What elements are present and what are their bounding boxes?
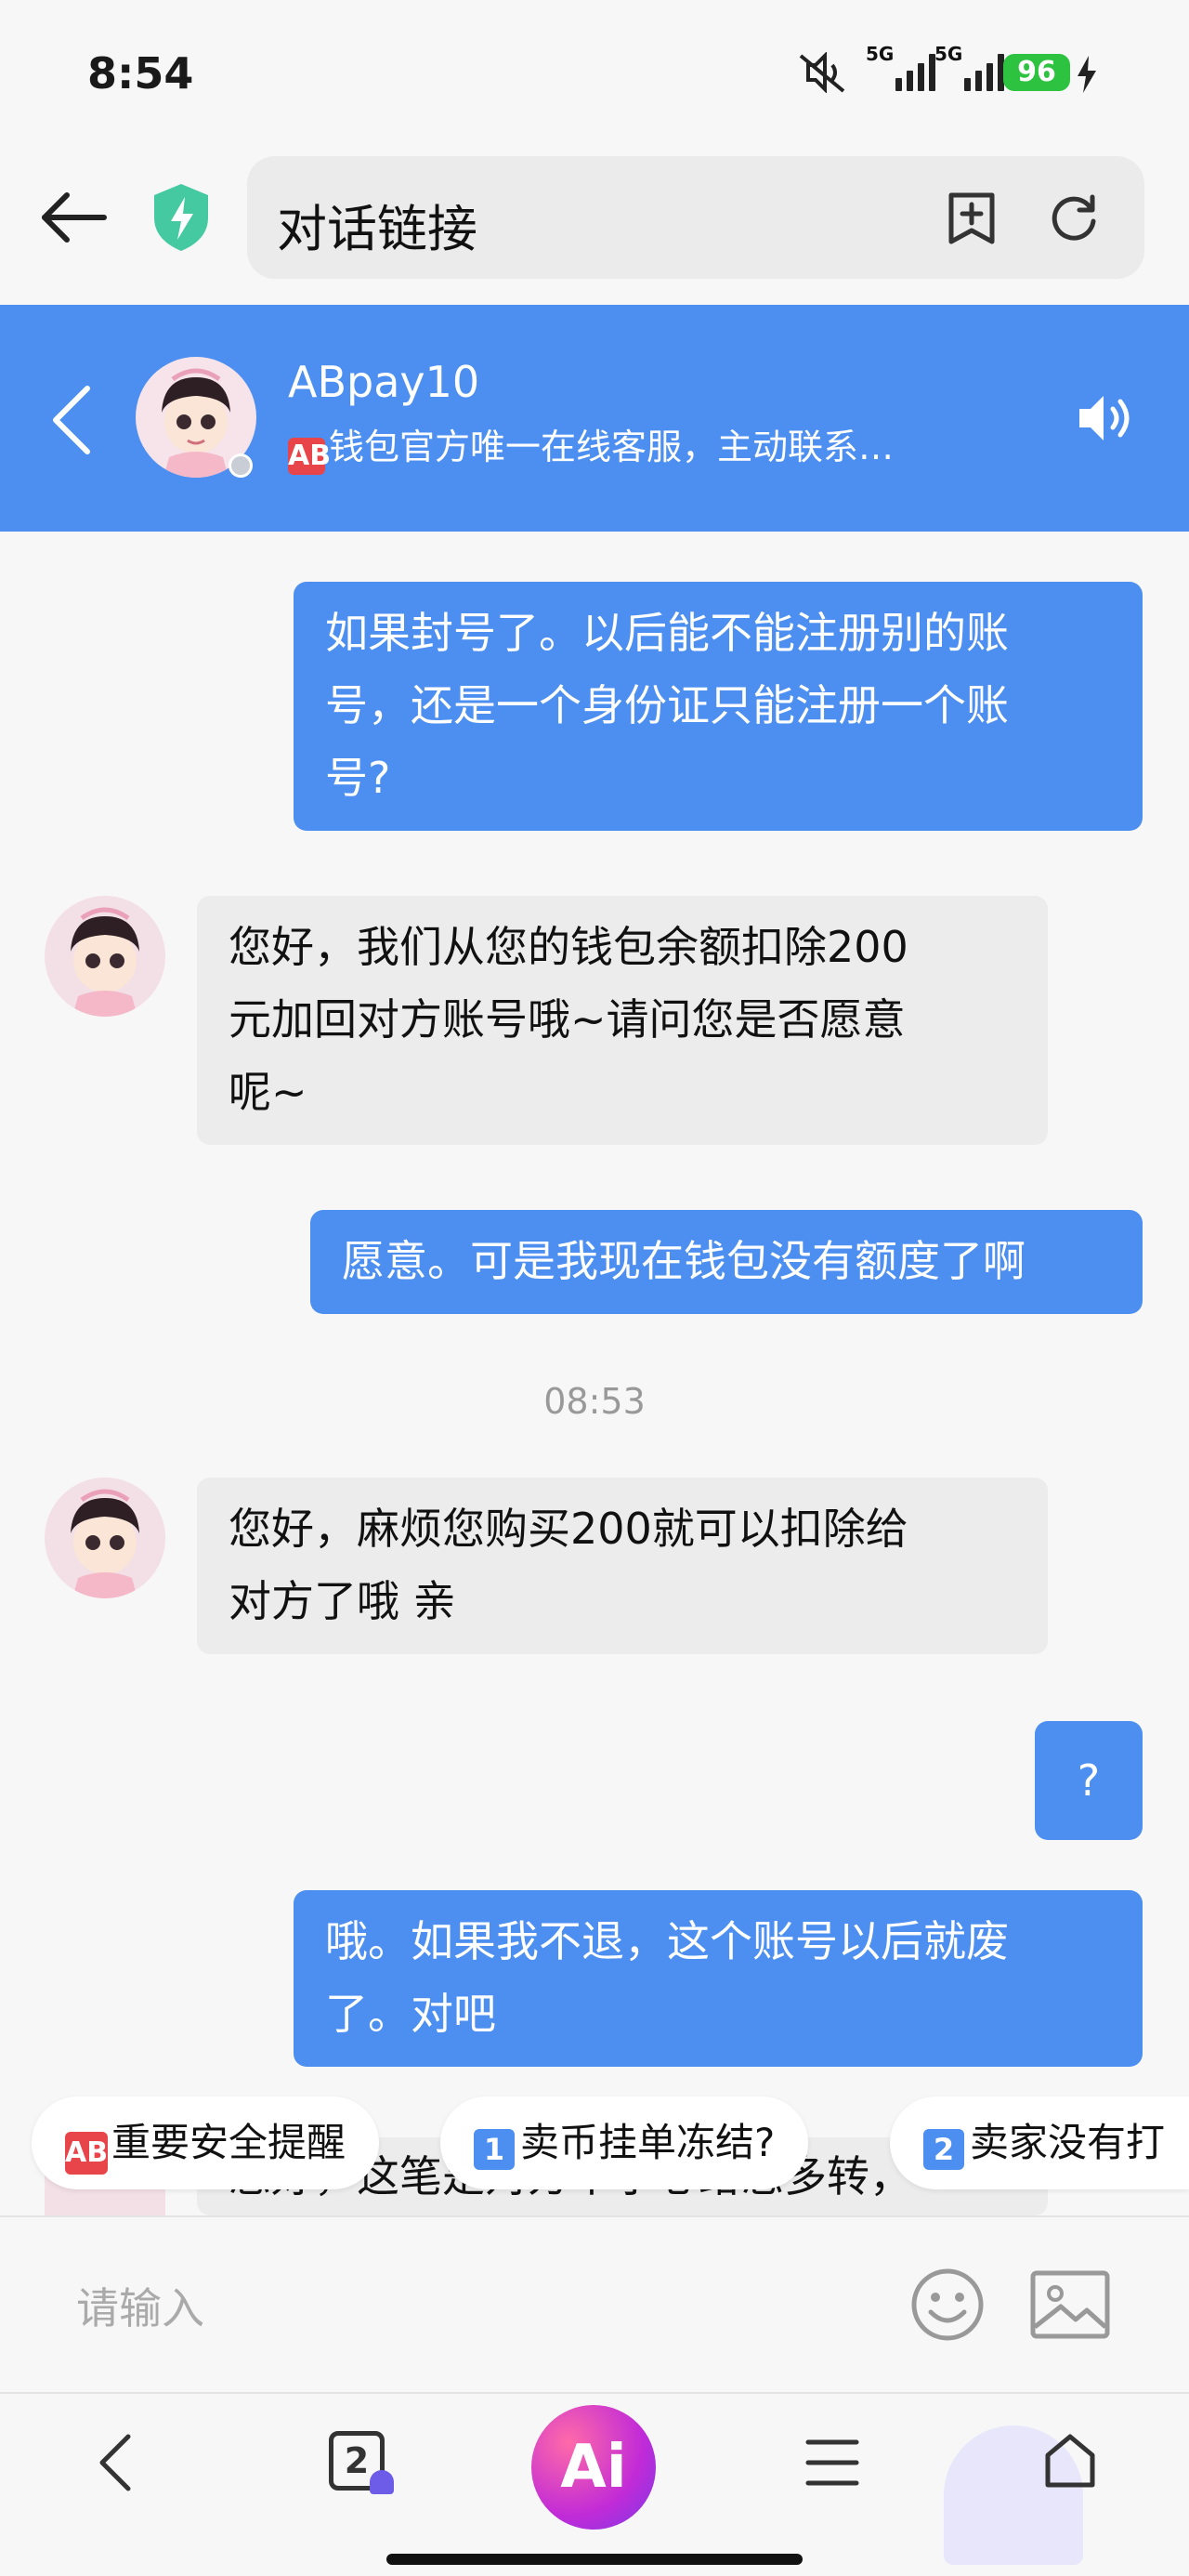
- quick-reply-label: 卖币挂单冻结?: [520, 2120, 776, 2165]
- chat-header: ABpay10 AB钱包官方唯一在线客服，主动联系…: [0, 305, 1189, 532]
- quick-reply-label: 重要安全提醒: [111, 2120, 346, 2165]
- menu-icon[interactable]: [804, 2437, 860, 2489]
- message-bubble-outgoing[interactable]: 如果封号了。以后能不能注册别的账 号，还是一个身份证只能注册一个账 号?: [294, 582, 1143, 831]
- quick-reply-chip[interactable]: 2 卖家没有打: [890, 2096, 1189, 2189]
- signal-icon: 5G: [934, 43, 1004, 91]
- message-line: 哦。如果我不退，这个账号以后就废: [325, 1916, 1009, 1966]
- quick-reply-label: 卖家没有打: [970, 2120, 1166, 2165]
- message-line: 了。对吧: [325, 1989, 496, 2039]
- message-line: 对方了哦 亲: [229, 1576, 456, 1626]
- message-line: 如果封号了。以后能不能注册别的账: [325, 608, 1009, 658]
- message-line: ?: [1077, 1755, 1101, 1806]
- message-bubble-incoming[interactable]: 您好，麻烦您购买200就可以扣除给 对方了哦 亲: [197, 1478, 1048, 1654]
- clock: 8:54: [87, 48, 194, 99]
- shield-icon[interactable]: [150, 182, 212, 253]
- online-status-dot: [229, 453, 253, 478]
- message-input-bar: 请输入: [0, 2215, 1189, 2392]
- bottom-navigation: 2 Ai: [0, 2392, 1189, 2576]
- message-bubble-outgoing[interactable]: 愿意。可是我现在钱包没有额度了啊: [310, 1210, 1143, 1314]
- contact-name: ABpay10: [288, 357, 480, 407]
- message-timestamp: 08:53: [543, 1381, 646, 1422]
- status-bar: 8:54 5G 5G 96: [0, 0, 1189, 139]
- message-bubble-outgoing[interactable]: 哦。如果我不退，这个账号以后就废 了。对吧: [294, 1890, 1143, 2067]
- number-badge: 1: [474, 2129, 515, 2170]
- network-type-label: 5G: [934, 43, 963, 65]
- bookmark-add-icon[interactable]: [946, 190, 998, 247]
- message-line: 您好，麻烦您购买200就可以扣除给: [229, 1504, 908, 1554]
- battery-icon: 96: [1003, 54, 1070, 91]
- mute-icon: [799, 52, 845, 93]
- message-line: 您好，我们从您的钱包余额扣除200: [229, 922, 908, 972]
- message-line: 号?: [325, 753, 391, 803]
- quick-reply-chip[interactable]: AB重要安全提醒: [32, 2096, 380, 2189]
- image-icon[interactable]: [1029, 2269, 1111, 2340]
- browser-toolbar: 对话链接: [0, 139, 1189, 305]
- message-input[interactable]: 请输入: [76, 2275, 204, 2336]
- emoji-icon[interactable]: [908, 2266, 986, 2344]
- home-indicator: [386, 2554, 803, 2565]
- agent-avatar[interactable]: [45, 1478, 165, 1598]
- message-line: 号，还是一个身份证只能注册一个账: [325, 680, 1009, 730]
- contact-description-text: 钱包官方唯一在线客服，主动联系…: [329, 427, 895, 467]
- back-arrow-icon[interactable]: [39, 191, 108, 243]
- refresh-icon[interactable]: [1048, 191, 1100, 243]
- contact-description: AB钱包官方唯一在线客服，主动联系…: [288, 418, 1013, 475]
- ab-badge: AB: [65, 2132, 108, 2175]
- message-bubble-incoming[interactable]: 您好，我们从您的钱包余额扣除200 元加回对方账号哦~请问您是否愿意 呢~: [197, 896, 1048, 1145]
- speaker-icon[interactable]: [1076, 390, 1137, 446]
- network-type-label: 5G: [866, 43, 895, 65]
- number-badge: 2: [923, 2129, 964, 2170]
- home-icon[interactable]: [1042, 2431, 1098, 2491]
- quick-reply-chip[interactable]: 1 卖币挂单冻结?: [440, 2096, 809, 2189]
- agent-avatar[interactable]: [45, 896, 165, 1017]
- back-chevron-icon[interactable]: [97, 2433, 134, 2492]
- ai-button[interactable]: Ai: [531, 2405, 656, 2530]
- ab-badge: AB: [288, 438, 331, 475]
- ghost-badge-icon: [370, 2470, 394, 2494]
- tab-count: 2: [344, 2440, 370, 2481]
- back-chevron-icon[interactable]: [50, 385, 93, 455]
- url-text[interactable]: 对话链接: [277, 188, 477, 261]
- message-bubble-outgoing[interactable]: ?: [1035, 1721, 1143, 1840]
- charging-icon: [1078, 56, 1096, 93]
- message-line: 愿意。可是我现在钱包没有额度了啊: [342, 1236, 1026, 1286]
- message-line: 呢~: [229, 1067, 307, 1117]
- url-bar[interactable]: 对话链接: [247, 156, 1144, 279]
- message-line: 元加回对方账号哦~请问您是否愿意: [229, 994, 906, 1045]
- signal-icon: 5G: [866, 43, 935, 91]
